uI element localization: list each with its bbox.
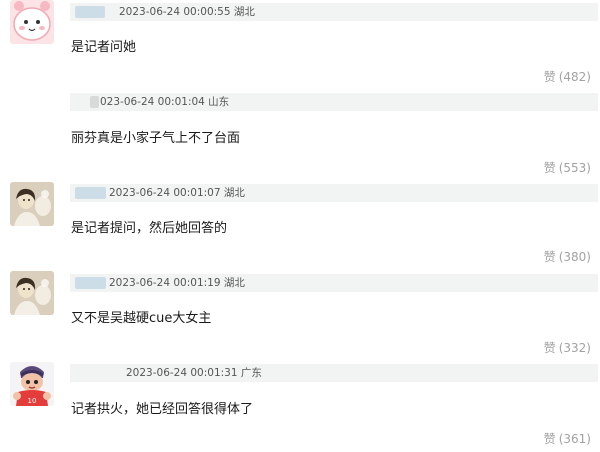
comment-text: 是记者问她 (71, 40, 137, 55)
like-button[interactable]: 赞 (361) (544, 430, 591, 447)
like-count: (482) (558, 70, 591, 84)
avatar[interactable] (10, 182, 54, 226)
comment-meta-text: 2023-06-24 00:00:55 湖北 (119, 6, 255, 18)
avatar[interactable]: 10 (10, 362, 54, 406)
vintage-photo-avatar-icon (10, 271, 54, 315)
vintage-photo-avatar-icon (10, 182, 54, 226)
username-redacted[interactable] (90, 96, 99, 108)
like-label: 赞 (543, 341, 556, 355)
like-count: (380) (558, 250, 591, 264)
like-count: (553) (558, 161, 591, 175)
cartoon-player-avatar-icon: 10 (10, 362, 54, 406)
comment-meta-text: 2023-06-24 00:01:07 湖北 (109, 187, 245, 199)
comment-text: 又不是吴越硬cue大女主 (71, 311, 212, 326)
avatar[interactable] (10, 0, 54, 44)
comment-meta-text: 2023-06-24 00:01:19 湖北 (109, 277, 245, 289)
comment-meta: 023-06-24 00:01:04 山东 (70, 93, 598, 111)
like-button[interactable]: 赞 (332) (544, 339, 591, 356)
like-label: 赞 (543, 250, 556, 264)
like-button[interactable]: 赞 (380) (544, 248, 591, 265)
avatar[interactable] (10, 271, 54, 315)
like-count: (361) (558, 432, 591, 446)
like-label: 赞 (543, 161, 556, 175)
username-redacted[interactable] (75, 277, 106, 289)
comment-item: 2023-06-24 00:01:19 湖北 又不是吴越硬cue大女主 赞 (33… (0, 271, 600, 362)
comment-meta-text: 023-06-24 00:01:04 山东 (100, 96, 230, 108)
username-redacted[interactable] (75, 187, 106, 199)
comment-meta: 2023-06-24 00:01:19 湖北 (70, 274, 598, 292)
username-redacted[interactable] (75, 6, 105, 18)
comment-item: 2023-06-24 00:01:07 湖北 是记者提问，然后她回答的 赞 (38… (0, 181, 600, 272)
like-button[interactable]: 赞 (553) (544, 159, 591, 176)
comment-meta: 2023-06-24 00:01:31 广东 (70, 364, 598, 382)
like-count: (332) (558, 341, 591, 355)
comment-meta: 2023-06-24 00:00:55 湖北 (70, 3, 598, 21)
comment-text: 是记者提问，然后她回答的 (71, 221, 228, 236)
like-label: 赞 (543, 70, 556, 84)
comment-text: 丽芬真是小家子气上不了台面 (71, 131, 241, 146)
like-label: 赞 (543, 432, 556, 446)
like-button[interactable]: 赞 (482) (544, 68, 591, 85)
comment-meta: 2023-06-24 00:01:07 湖北 (70, 184, 598, 202)
comment-item: 2023-06-24 00:00:55 湖北 是记者问她 赞 (482) (0, 0, 600, 91)
comment-item: 023-06-24 00:01:04 山东 丽芬真是小家子气上不了台面 赞 (55… (0, 90, 600, 181)
svg-text:10: 10 (28, 397, 37, 405)
comment-text: 记者拱火，她已经回答很得体了 (71, 402, 254, 417)
comment-meta-text: 2023-06-24 00:01:31 广东 (126, 367, 262, 379)
comment-item: 10 2023-06-24 00:01:31 广东 记者拱火，她已经回答很得体了… (0, 361, 600, 452)
pink-cartoon-avatar-icon (10, 0, 54, 44)
